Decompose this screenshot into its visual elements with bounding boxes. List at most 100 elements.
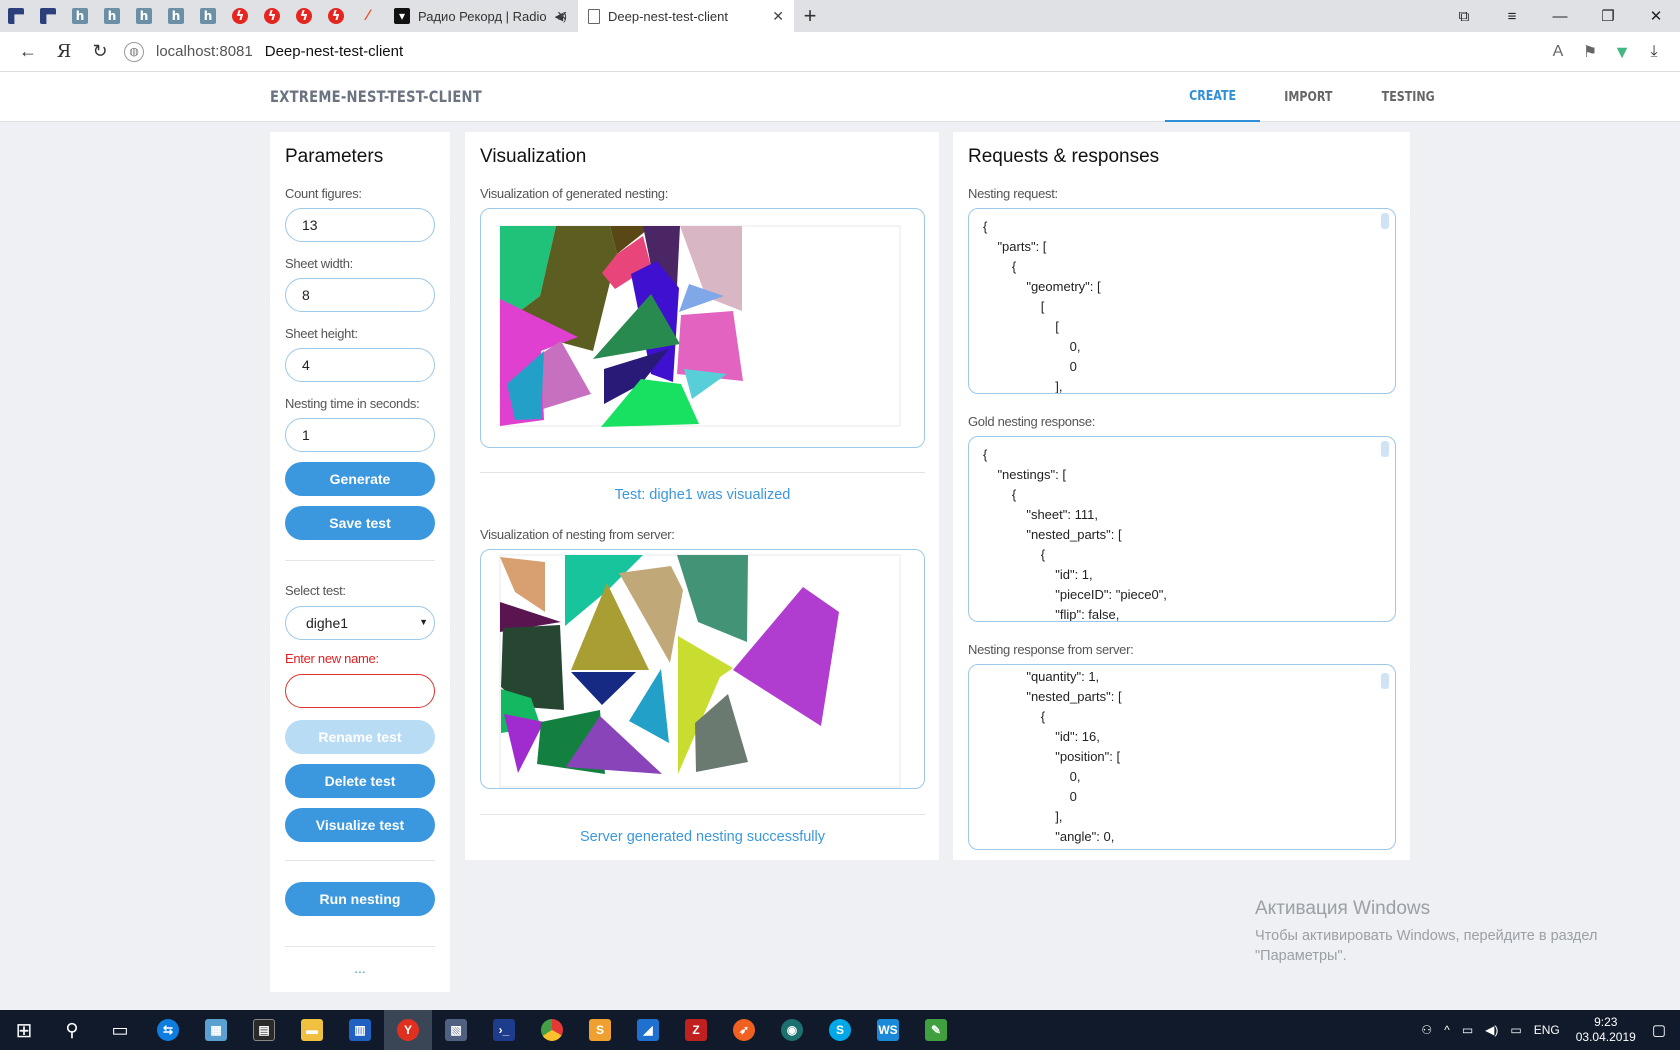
tab-testing[interactable]: TESTING [1357, 72, 1459, 122]
server-response-textarea[interactable]: "quantity": 1, "nested_parts": [ { "id":… [968, 664, 1396, 850]
pinned-tab[interactable]: ϟ [320, 0, 352, 32]
powershell-icon[interactable]: ›_ [480, 1010, 528, 1050]
url-field[interactable]: ◍ localhost:8081 Deep-nest-test-client [124, 41, 403, 62]
count-figures-label: Count figures: [285, 186, 362, 201]
gitkraken-icon[interactable]: ◉ [768, 1010, 816, 1050]
tool-icon: ⁄ [366, 8, 370, 24]
new-tab-button[interactable]: + [794, 0, 826, 32]
volume-icon[interactable]: ◀) [1479, 1023, 1504, 1037]
nest-piece [541, 341, 591, 409]
select-test-label: Select test: [285, 583, 346, 598]
tab-deep-nest[interactable]: Deep-nest-test-client ✕ [578, 0, 794, 32]
nesting-request-label: Nesting request: [968, 186, 1058, 201]
reload-icon[interactable]: ↻ [82, 34, 118, 70]
generate-button[interactable]: Generate [285, 462, 435, 496]
rename-test-button[interactable]: Rename test [285, 720, 435, 754]
app-header: EXTREME-NEST-TEST-CLIENT CREATE IMPORT T… [0, 72, 1680, 122]
minimize-icon[interactable]: — [1536, 0, 1584, 32]
nesting-time-label: Nesting time in seconds: [285, 396, 420, 411]
tab-import[interactable]: IMPORT [1260, 72, 1357, 122]
delete-test-button[interactable]: Delete test [285, 764, 435, 798]
people-icon[interactable]: ⚇ [1415, 1023, 1438, 1037]
scrollbar[interactable] [1381, 441, 1389, 457]
language-indicator[interactable]: ENG [1528, 1023, 1566, 1037]
media-icon[interactable]: ▥ [336, 1010, 384, 1050]
nesting-time-input[interactable]: 1 [285, 418, 435, 452]
pinned-tab[interactable]: h [160, 0, 192, 32]
search-icon[interactable]: ⚲ [48, 1010, 96, 1050]
notifications-icon[interactable]: ▢ [1646, 1021, 1680, 1039]
scrollbar[interactable] [1381, 213, 1389, 229]
battery-icon[interactable]: ▭ [1504, 1023, 1527, 1037]
sheet-height-input[interactable]: 4 [285, 348, 435, 382]
network-icon[interactable]: ▭ [1456, 1023, 1479, 1037]
pinned-tab[interactable]: h [64, 0, 96, 32]
select-test-dropdown[interactable]: dighe1 ▼ [285, 606, 435, 640]
activation-title: Активация Windows [1255, 898, 1431, 919]
back-icon[interactable]: ← [10, 34, 46, 70]
clock-date: 03.04.2019 [1575, 1030, 1636, 1044]
network-app-icon[interactable]: ▦ [192, 1010, 240, 1050]
shark-icon[interactable]: ◢ [624, 1010, 672, 1050]
more-link[interactable]: ... [270, 960, 450, 976]
pinned-tab[interactable]: h [128, 0, 160, 32]
explorer-icon[interactable]: ▬ [288, 1010, 336, 1050]
bookmarks-icon[interactable]: ⧉ [1440, 0, 1488, 32]
divider [480, 814, 925, 815]
requests-title: Requests & responses [968, 146, 1160, 167]
chrome-icon[interactable] [528, 1010, 576, 1050]
close-icon[interactable]: ✕ [772, 8, 784, 25]
count-figures-input[interactable]: 13 [285, 208, 435, 242]
address-actions: A ⚑ ▼ ⤓ [1542, 32, 1670, 72]
teamviewer-icon[interactable]: ⇆ [144, 1010, 192, 1050]
run-nesting-button[interactable]: Run nesting [285, 882, 435, 916]
save-test-button[interactable]: Save test [285, 506, 435, 540]
tab-create[interactable]: CREATE [1165, 72, 1261, 122]
bookmark-flag-icon[interactable]: ⚑ [1574, 42, 1606, 62]
visualize-test-button[interactable]: Visualize test [285, 808, 435, 842]
lightning-icon: ϟ [328, 8, 344, 24]
pinned-tab[interactable] [0, 0, 32, 32]
task-view-icon[interactable]: ▭ [96, 1010, 144, 1050]
pinned-tab[interactable]: h [192, 0, 224, 32]
nest-piece [677, 555, 748, 642]
pinned-tab[interactable] [32, 0, 64, 32]
menu-icon[interactable]: ≡ [1488, 0, 1536, 32]
window-controls: ⧉ ≡ — ❐ ✕ [1440, 0, 1680, 32]
postman-icon[interactable]: ➶ [720, 1010, 768, 1050]
server-nesting-drawing [499, 554, 901, 788]
pinned-tab[interactable]: ϟ [256, 0, 288, 32]
sheet-width-input[interactable]: 8 [285, 278, 435, 312]
close-icon[interactable]: ✕ [556, 8, 568, 25]
restore-icon[interactable]: ❐ [1584, 0, 1632, 32]
pinned-tab[interactable]: h [96, 0, 128, 32]
yandex-icon[interactable]: Я [46, 34, 82, 70]
yandex-browser-icon[interactable]: Y [384, 1010, 432, 1050]
chevron-up-icon[interactable]: ^ [1438, 1023, 1456, 1037]
visualization-panel: Visualization Visualization of generated… [465, 132, 939, 860]
sublime-icon[interactable]: S [576, 1010, 624, 1050]
start-icon[interactable]: ⊞ [0, 1010, 48, 1050]
vue-devtools-icon[interactable]: ▼ [1606, 42, 1638, 63]
clock[interactable]: 9:23 03.04.2019 [1566, 1015, 1646, 1045]
new-name-input[interactable] [285, 674, 435, 708]
pinned-tab[interactable]: ϟ [224, 0, 256, 32]
gold-response-textarea[interactable]: { "nestings": [ { "sheet": 111, "nested_… [968, 436, 1396, 622]
requests-panel: Requests & responses Nesting request: { … [953, 132, 1410, 860]
tab-radio-record[interactable]: ▾ Радио Рекорд | Radio ◀) ✕ [384, 0, 578, 32]
notepad-icon[interactable]: ✎ [912, 1010, 960, 1050]
close-window-icon[interactable]: ✕ [1632, 0, 1680, 32]
skype-icon[interactable]: S [816, 1010, 864, 1050]
generated-nesting-drawing [499, 225, 901, 427]
translate-icon[interactable]: A [1542, 43, 1574, 61]
webstorm-icon[interactable]: WS [864, 1010, 912, 1050]
download-icon[interactable]: ⤓ [1638, 43, 1670, 61]
scrollbar[interactable] [1381, 673, 1389, 689]
new-name-label: Enter new name: [285, 651, 379, 666]
pinned-tab[interactable]: ϟ [288, 0, 320, 32]
filezilla-icon[interactable]: Z [672, 1010, 720, 1050]
pinned-tab[interactable]: ⁄ [352, 0, 384, 32]
nesting-request-textarea[interactable]: { "parts": [ { "geometry": [ [ [ 0, 0 ], [968, 208, 1396, 394]
calculator-icon[interactable]: ▤ [240, 1010, 288, 1050]
app-icon[interactable]: ▧ [432, 1010, 480, 1050]
